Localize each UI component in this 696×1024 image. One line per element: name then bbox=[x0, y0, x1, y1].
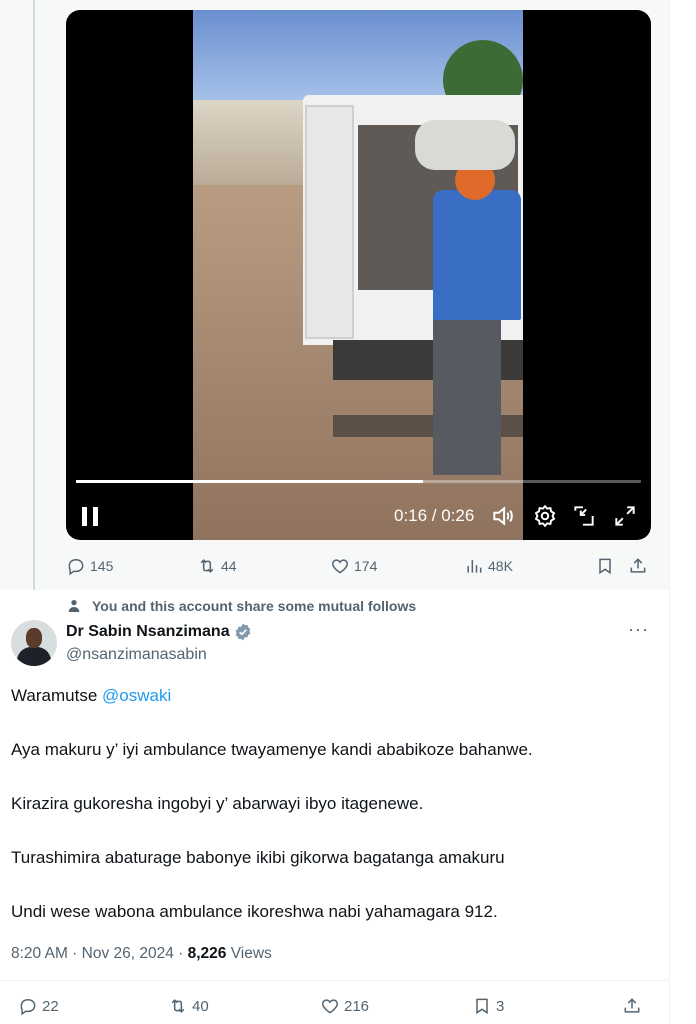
author-name[interactable]: Dr Sabin Nsanzimana bbox=[66, 622, 253, 642]
reply-icon bbox=[20, 998, 36, 1016]
avatar[interactable] bbox=[11, 620, 57, 666]
like-count: 216 bbox=[344, 997, 370, 1015]
bookmark-icon bbox=[599, 558, 611, 575]
pause-icon[interactable] bbox=[82, 507, 100, 527]
bookmark-icon bbox=[476, 998, 488, 1015]
divider bbox=[0, 980, 669, 981]
greeting-text: Waramutse bbox=[11, 686, 103, 705]
share-button[interactable] bbox=[628, 556, 652, 576]
thread-line bbox=[33, 0, 35, 590]
volume-icon[interactable] bbox=[490, 503, 516, 529]
views-icon bbox=[467, 560, 482, 573]
reply-icon bbox=[68, 558, 84, 576]
reply-button[interactable]: 22 bbox=[18, 996, 59, 1016]
repost-button[interactable]: 40 bbox=[168, 996, 209, 1016]
timeline-border bbox=[669, 0, 670, 1024]
repost-icon bbox=[200, 559, 214, 573]
repost-count: 40 bbox=[192, 997, 209, 1015]
tweet-meta: 8:20 AM · Nov 26, 2024 · 8,226 Views bbox=[11, 945, 272, 963]
more-options-icon[interactable]: ··· bbox=[628, 619, 649, 640]
pip-icon[interactable] bbox=[571, 503, 597, 529]
reply-count: 22 bbox=[42, 997, 59, 1015]
social-context-text: You and this account share some mutual f… bbox=[92, 598, 417, 614]
heart-icon bbox=[331, 559, 349, 574]
repost-icon bbox=[171, 999, 185, 1013]
bookmark-count: 3 bbox=[496, 997, 505, 1015]
video-progress-bar[interactable] bbox=[76, 480, 641, 483]
reply-count: 145 bbox=[90, 558, 114, 574]
tweet-text-greeting: Waramutse @oswaki bbox=[11, 686, 171, 706]
bookmark-button[interactable]: 3 bbox=[472, 996, 504, 1016]
mention-link[interactable]: @oswaki bbox=[102, 686, 171, 705]
repost-count: 44 bbox=[221, 558, 237, 574]
views-label: Views bbox=[226, 945, 272, 962]
video-frame bbox=[193, 10, 523, 540]
verified-badge-icon bbox=[235, 623, 250, 641]
video-timecode: 0:16 / 0:26 bbox=[394, 506, 475, 525]
like-button[interactable]: 216 bbox=[320, 996, 369, 1016]
tweet-timestamp[interactable]: 8:20 AM · Nov 26, 2024 · bbox=[11, 945, 188, 962]
video-player[interactable]: 0:16 / 0:26 bbox=[66, 10, 651, 540]
author-name-text: Dr Sabin Nsanzimana bbox=[66, 623, 230, 640]
parent-action-bar: 145 44 174 48K bbox=[0, 552, 669, 582]
reply-button[interactable]: 145 bbox=[66, 556, 113, 576]
parent-tweet[interactable]: 0:16 / 0:26 145 44 174 48K bbox=[0, 0, 669, 590]
tweet-action-bar: 22 40 216 3 bbox=[0, 994, 669, 1024]
like-count: 174 bbox=[354, 558, 378, 574]
share-icon bbox=[630, 558, 646, 573]
tweet-paragraph: Undi wese wabona ambulance ikoreshwa nab… bbox=[11, 902, 498, 921]
share-icon bbox=[624, 998, 640, 1013]
social-context: You and this account share some mutual f… bbox=[66, 598, 416, 614]
share-button[interactable] bbox=[622, 996, 646, 1016]
video-progress-fill bbox=[76, 480, 424, 483]
repost-button[interactable]: 44 bbox=[197, 556, 237, 576]
heart-icon bbox=[321, 999, 339, 1014]
tweet-paragraph: Kirazira gukoresha ingobyi y’ abarwayi i… bbox=[11, 794, 424, 813]
author-handle[interactable]: @nsanzimanasabin bbox=[66, 646, 207, 664]
person-icon bbox=[68, 600, 80, 612]
tweet-paragraph: Aya makuru y’ iyi ambulance twayamenye k… bbox=[11, 740, 533, 759]
like-button[interactable]: 174 bbox=[330, 556, 377, 576]
views-button[interactable]: 48K bbox=[464, 556, 513, 576]
views-count: 8,226 bbox=[187, 945, 227, 962]
bookmark-button[interactable] bbox=[595, 556, 619, 576]
fullscreen-icon[interactable] bbox=[612, 503, 638, 529]
settings-icon[interactable] bbox=[532, 503, 558, 529]
view-count: 48K bbox=[488, 558, 513, 574]
tweet-paragraph: Turashimira abaturage babonye ikibi giko… bbox=[11, 848, 505, 867]
